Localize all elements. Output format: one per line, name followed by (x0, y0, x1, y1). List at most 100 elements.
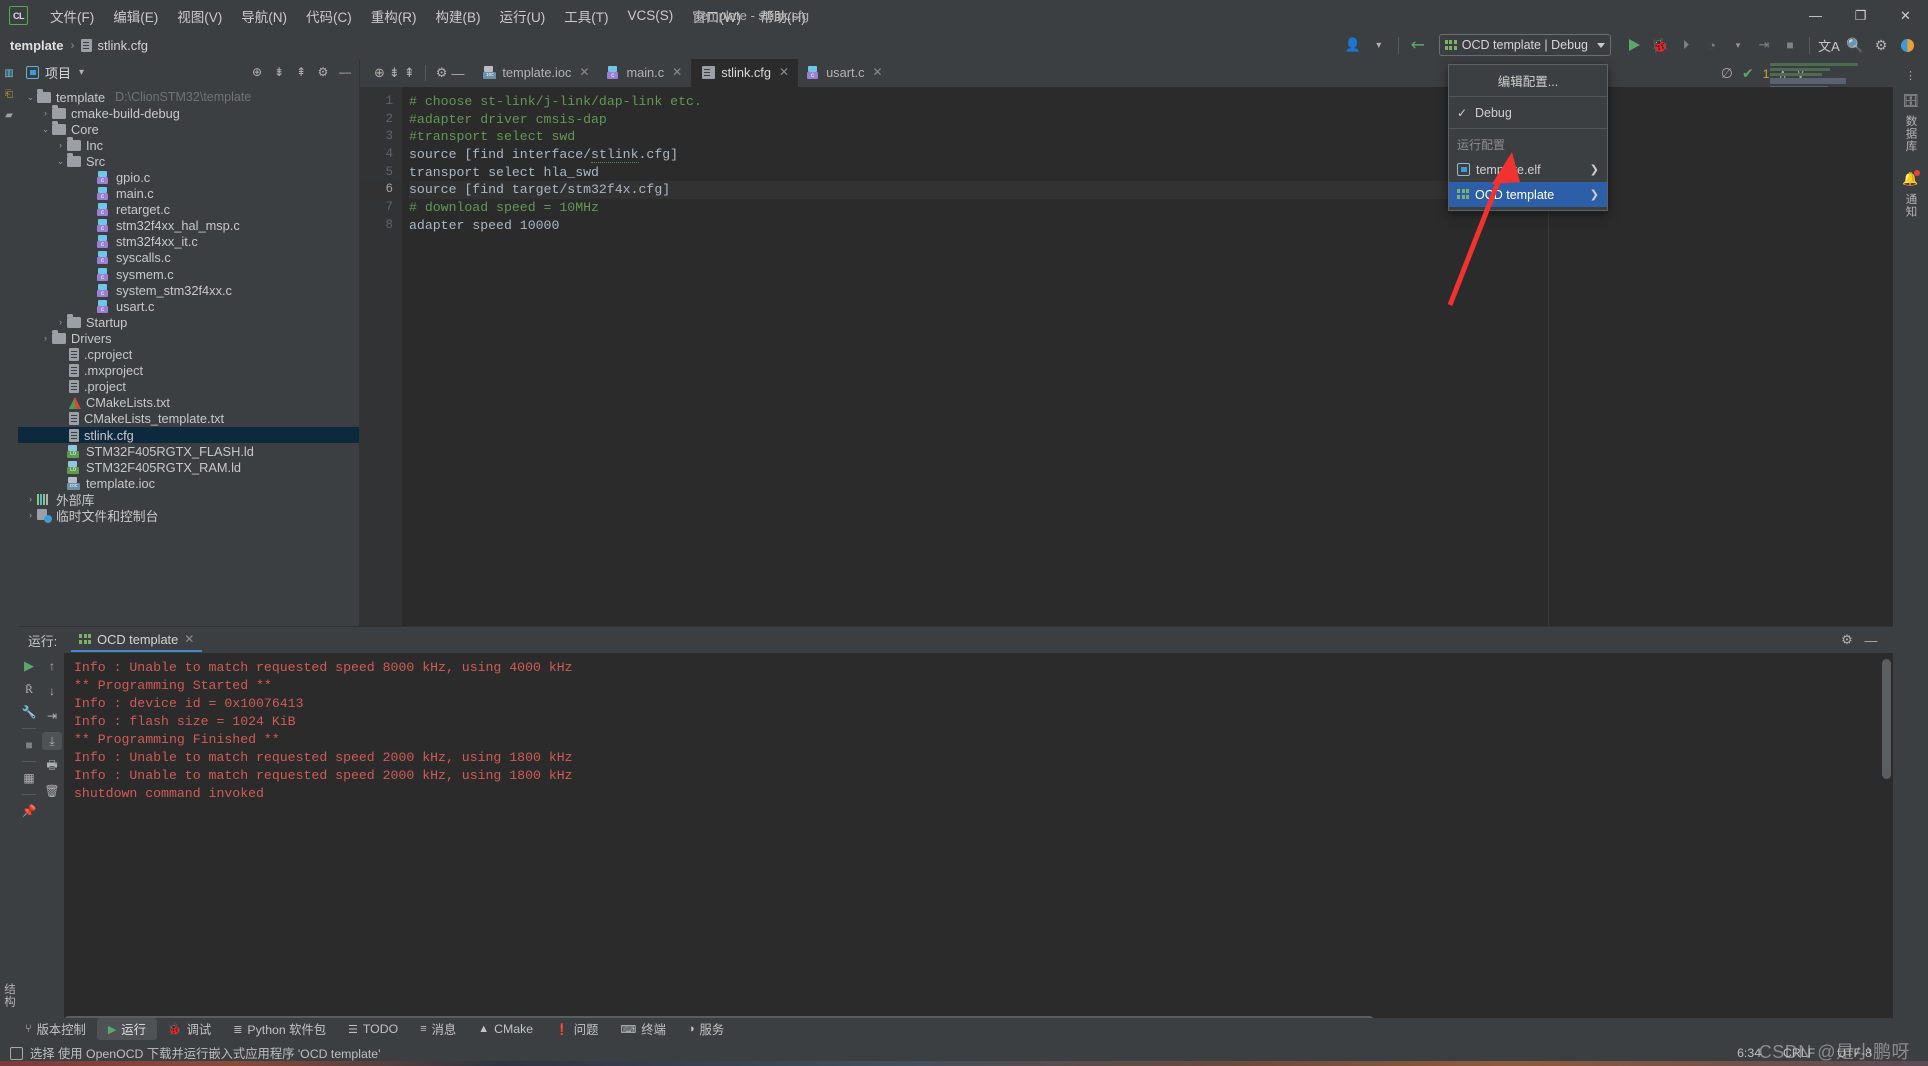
tree-node[interactable]: stm32f4xx_hal_msp.c (18, 218, 359, 234)
tool-window-bar[interactable]: ⑂ 版本控制 ▶ 运行 🐞 调试 ≣ Python 软件包 ☰ TODO ≡ 消息 ▲ CMake ❗ 问题 ⌨… (0, 1018, 1928, 1040)
tool-window-button[interactable]: ▲ CMake (467, 1020, 544, 1038)
console-vertical-scrollbar[interactable] (1882, 659, 1891, 779)
stop-icon[interactable]: ■ (19, 736, 39, 754)
expand-all-icon[interactable]: ⇟ (389, 65, 400, 81)
translate-icon[interactable]: 文A (1816, 33, 1842, 57)
tree-node[interactable]: .mxproject (18, 363, 359, 379)
close-icon[interactable]: ✕ (672, 65, 682, 79)
chevron-down-icon[interactable]: ▾ (1366, 33, 1392, 57)
tree-node[interactable]: .project (18, 379, 359, 395)
tree-node[interactable]: sysmem.c (18, 266, 359, 282)
editor-tab[interactable]: usart.c ✕ (798, 59, 891, 87)
tree-node[interactable]: › Drivers (18, 330, 359, 346)
tool-window-button[interactable]: ⌨ 终端 (609, 1018, 677, 1040)
code-editor[interactable]: ∅ ✔ 1 ∧ ∨ 12345678 # choose st-link/j-li… (360, 63, 1893, 626)
chevron-down-icon[interactable]: ▾ (1725, 33, 1751, 57)
tree-node[interactable]: gpio.c (18, 169, 359, 185)
profile-button[interactable]: ◔ (1699, 33, 1725, 57)
tree-node[interactable]: ⌄ template D:\ClionSTM32\template (18, 89, 359, 105)
pin-icon[interactable]: 📌 (19, 802, 39, 820)
chevron-down-icon[interactable]: ▾ (79, 67, 84, 78)
editor-tab-bar[interactable]: ⊕⇟⇞⚙—template.ioc✕main.c✕stlink.cfg✕usar… (360, 59, 1893, 87)
expand-toggle-icon[interactable]: ⌄ (39, 124, 52, 135)
tree-node[interactable]: › Startup (18, 314, 359, 330)
menu-navigate[interactable]: 导航(N) (232, 2, 296, 30)
dropdown-item-template-elf[interactable]: template.elf ❯ (1449, 157, 1607, 182)
layout-icon[interactable]: ▦ (19, 769, 39, 787)
scroll-from-source-icon[interactable]: ⊕ (374, 65, 385, 81)
menu-view[interactable]: 视图(V) (168, 2, 231, 30)
collapse-all-icon[interactable]: ⇞ (291, 62, 311, 82)
scroll-to-end-icon[interactable]: ⤓ (42, 732, 62, 750)
menu-edit[interactable]: 编辑(E) (104, 2, 167, 30)
close-icon[interactable]: ✕ (184, 632, 194, 646)
breadcrumb-project[interactable]: template (10, 38, 63, 53)
editor-tab[interactable]: main.c ✕ (598, 59, 691, 87)
tree-node[interactable]: .cproject (18, 347, 359, 363)
tree-node[interactable]: CMakeLists.txt (18, 395, 359, 411)
expand-toggle-icon[interactable]: ⌄ (24, 92, 37, 103)
tree-node[interactable]: template.ioc (18, 475, 359, 491)
run-with-coverage-button[interactable]: ⏵ (1673, 33, 1699, 57)
tree-node[interactable]: STM32F405RGTX_RAM.ld (18, 459, 359, 475)
tree-node[interactable]: STM32F405RGTX_FLASH.ld (18, 443, 359, 459)
soft-wrap-icon[interactable]: ⇥ (42, 707, 62, 725)
hide-panel-icon[interactable]: — (335, 62, 355, 82)
collapse-all-icon[interactable]: ⇞ (404, 65, 415, 81)
tree-node[interactable]: system_stm32f4xx.c (18, 282, 359, 298)
caret-position[interactable]: 6:34 (1737, 1046, 1761, 1060)
tree-node[interactable]: CMakeLists_template.txt (18, 411, 359, 427)
attach-to-process-button[interactable]: ⇥ (1751, 33, 1777, 57)
maximize-button[interactable]: ❐ (1838, 0, 1883, 31)
tool-window-button[interactable]: ▶ 运行 (96, 1018, 157, 1040)
build-hammer-icon[interactable]: ↖ (1400, 27, 1435, 62)
expand-toggle-icon[interactable]: › (24, 510, 37, 520)
rerun-icon[interactable]: ▶ (19, 657, 39, 675)
tree-node[interactable]: stm32f4xx_it.c (18, 234, 359, 250)
database-icon[interactable]: 🗄 (1901, 91, 1921, 111)
stop-button[interactable]: ■ (1777, 33, 1803, 57)
tool-window-button[interactable]: 🐞 调试 (157, 1018, 222, 1040)
dropdown-item-debug[interactable]: ✓ Debug (1449, 100, 1607, 125)
gear-icon[interactable]: ⚙ (1868, 33, 1894, 57)
expand-all-icon[interactable]: ⇟ (269, 62, 289, 82)
project-tree[interactable]: ⌄ template D:\ClionSTM32\template › cmake-bu… (18, 85, 359, 524)
tool-window-button[interactable]: ≣ Python 软件包 (222, 1018, 337, 1040)
folder-tool-icon[interactable]: ▰ (0, 105, 18, 125)
inspections-ok-icon[interactable]: ✔ (1742, 65, 1754, 82)
rerun-failed-icon[interactable]: R̄ (19, 680, 39, 698)
tree-node[interactable]: stlink.cfg (18, 426, 359, 444)
scroll-up-icon[interactable]: ↑ (42, 657, 62, 675)
wrench-icon[interactable]: 🔧 (19, 703, 39, 721)
run-button[interactable] (1621, 33, 1647, 57)
tree-node[interactable]: main.c (18, 186, 359, 202)
expand-toggle-icon[interactable]: › (54, 140, 67, 150)
tool-window-button[interactable]: ❗ 问题 (544, 1018, 609, 1040)
breadcrumb-file[interactable]: stlink.cfg (97, 38, 148, 53)
menu-vcs[interactable]: VCS(S) (619, 4, 683, 27)
expand-toggle-icon[interactable]: › (54, 317, 67, 327)
close-icon[interactable]: ✕ (579, 65, 589, 79)
tree-node[interactable]: › Inc (18, 137, 359, 153)
close-icon[interactable]: ✕ (872, 65, 882, 79)
theme-toggle-icon[interactable] (1894, 33, 1920, 57)
edit-configurations-item[interactable]: 编辑配置... (1449, 68, 1607, 93)
search-everywhere-icon[interactable]: 🔍 (1842, 33, 1868, 57)
more-options-icon[interactable]: ⋮ (1901, 65, 1921, 85)
reader-mode-icon[interactable]: ∅ (1721, 65, 1733, 82)
close-button[interactable]: ✕ (1883, 0, 1928, 31)
structure-tool-label[interactable]: 结构 (1, 980, 17, 1011)
expand-toggle-icon[interactable]: › (24, 494, 37, 504)
tool-window-button[interactable]: ☰ TODO (337, 1020, 409, 1038)
tree-node[interactable]: › cmake-build-debug (18, 105, 359, 121)
menu-file[interactable]: 文件(F) (41, 2, 103, 30)
tree-node[interactable]: ⌄ Src (18, 153, 359, 169)
run-configuration-dropdown[interactable]: 编辑配置... ✓ Debug 运行配置 template.elf ❯ OCD … (1448, 64, 1608, 211)
tree-node[interactable]: syscalls.c (18, 250, 359, 266)
editor-tab[interactable]: template.ioc ✕ (474, 59, 598, 87)
gear-icon[interactable]: ⚙ (1837, 630, 1857, 650)
minimize-button[interactable]: — (1793, 0, 1838, 31)
commit-tool-icon[interactable]: ⎗ (0, 84, 18, 104)
hide-panel-icon[interactable]: — (451, 66, 464, 81)
menu-run[interactable]: 运行(U) (491, 2, 555, 30)
